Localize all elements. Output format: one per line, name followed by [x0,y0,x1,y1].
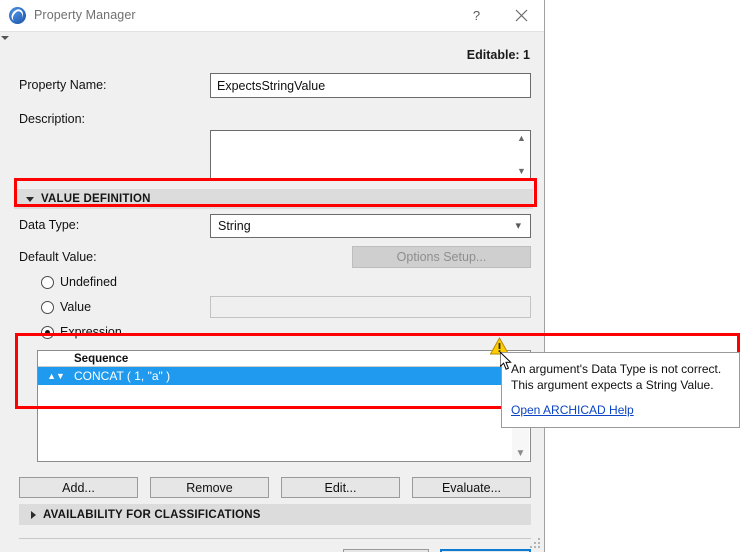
drag-handle-icon[interactable]: ▲ ▼ [38,372,74,381]
default-value-label: Default Value: [19,250,97,264]
chevron-down-icon[interactable]: ▼ [517,167,526,176]
options-setup-label: Options Setup... [396,250,487,264]
remove-button-label: Remove [186,480,233,495]
property-manager-window: Property Manager ? Editable: 1 Property … [0,0,545,552]
property-name-label: Property Name: [19,78,107,92]
section-value-definition-label: VALUE DEFINITION [41,193,151,205]
sequence-list[interactable]: Sequence ▲▼ CONCAT ( 1, "a" ) ▲ ▼ [37,350,531,462]
edit-button-label: Edit... [324,480,357,495]
description-scrollbar[interactable]: ▲ ▼ [513,131,530,179]
screenshot-root: Property Manager ? Editable: 1 Property … [0,0,742,552]
evaluate-button[interactable]: Evaluate... [412,477,531,498]
window-controls: ? [454,0,544,31]
tooltip-message: An argument's Data Type is not correct. … [511,362,722,392]
description-input[interactable]: ▲ ▼ [210,130,531,180]
add-button-label: Add... [62,480,95,495]
radio-expression[interactable]: Expression [41,325,122,339]
table-row[interactable]: ▲ ▼ CONCAT ( 1, "a" ) [38,367,530,385]
editable-count-label: Editable: 1 [466,48,530,62]
chevron-down-icon[interactable]: ▼ [516,449,526,459]
open-archicad-help-link[interactable]: Open ARCHICAD Help [511,403,634,417]
data-type-value: String [218,219,251,233]
section-availability-for-classifications[interactable]: AVAILABILITY FOR CLASSIFICATIONS [19,504,531,525]
help-icon[interactable]: ? [454,0,499,31]
description-label: Description: [19,112,85,126]
window-title: Property Manager [34,8,136,22]
edit-button[interactable]: Edit... [281,477,400,498]
sequence-row-text: CONCAT ( 1, "a" ) [74,369,171,383]
radio-value-indicator [41,300,54,314]
section-availability-label: AVAILABILITY FOR CLASSIFICATIONS [43,508,261,521]
resize-grip-icon[interactable] [530,538,541,549]
evaluate-button-label: Evaluate... [441,480,502,495]
default-value-input [210,296,531,318]
chevron-up-icon[interactable]: ▲ [517,134,526,143]
mouse-cursor-icon [499,350,513,371]
triangle-down-icon [26,196,34,202]
footer-divider [19,538,531,539]
data-type-select[interactable]: String ▾ [210,214,531,238]
help-glyph: ? [472,8,481,23]
close-icon[interactable] [499,0,544,31]
options-setup-button[interactable]: Options Setup... [352,246,531,268]
archicad-app-icon [9,6,26,24]
radio-undefined[interactable]: Undefined [41,275,117,289]
chevron-down-icon: ▾ [515,219,521,232]
radio-value[interactable]: Value [41,300,91,314]
window-titlebar: Property Manager ? [0,0,544,31]
data-type-label: Data Type: [19,218,80,232]
property-name-input[interactable]: ExpectsStringValue [210,73,531,98]
radio-undefined-label: Undefined [60,275,117,289]
radio-value-label: Value [60,300,92,314]
remove-button[interactable]: Remove [150,477,269,498]
triangle-right-icon [31,510,36,519]
radio-expression-label: Expression [60,325,122,339]
collapse-caret-icon[interactable] [1,36,9,40]
sequence-column-label: Sequence [74,352,129,365]
section-value-definition[interactable]: VALUE DEFINITION [14,189,533,209]
radio-undefined-indicator [41,275,54,289]
radio-expression-indicator [41,325,54,339]
sequence-list-header: Sequence [38,351,530,367]
dialog-body: Editable: 1 Property Name: ExpectsString… [0,31,544,552]
add-button[interactable]: Add... [19,477,138,498]
property-name-value: ExpectsStringValue [217,78,326,93]
error-tooltip: An argument's Data Type is not correct. … [501,352,740,428]
